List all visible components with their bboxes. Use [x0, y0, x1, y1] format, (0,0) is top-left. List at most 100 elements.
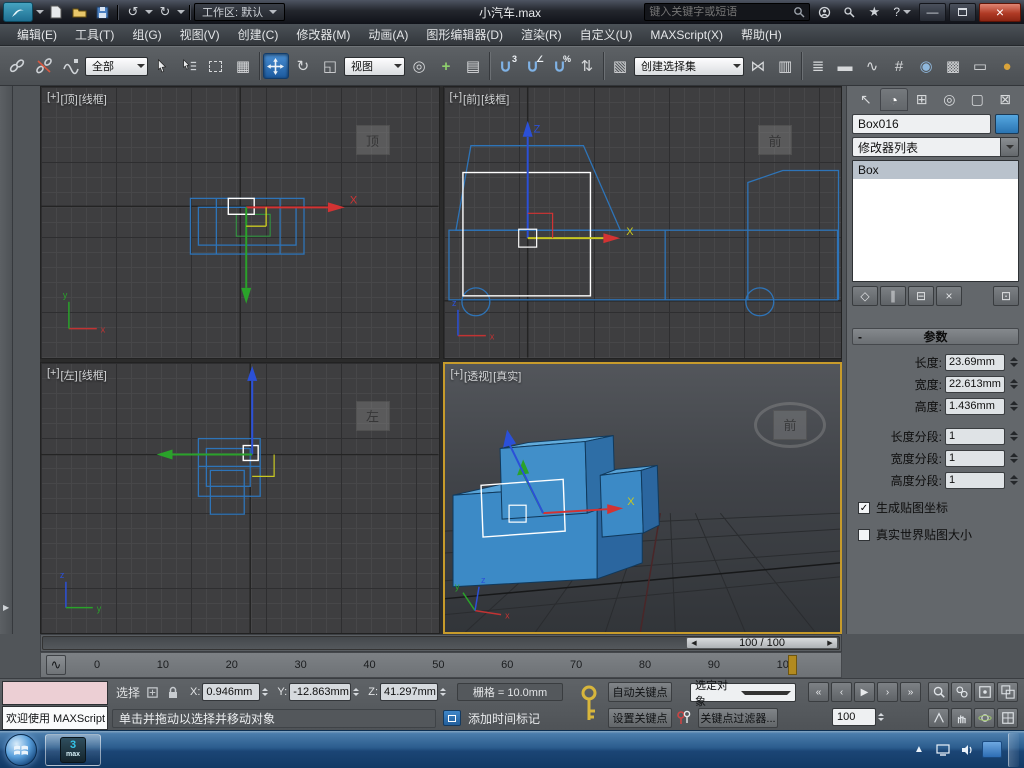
viewport-menu-shading[interactable]: [真实] — [493, 368, 521, 384]
generate-mapping-coords-checkbox[interactable]: ✓ — [858, 501, 870, 514]
open-file-button[interactable] — [68, 2, 90, 22]
select-and-link-button[interactable] — [4, 53, 30, 79]
viewport-menu-shading[interactable]: [线框] — [481, 91, 509, 107]
viewport-menu-view[interactable]: [透视] — [464, 368, 492, 384]
snaps-toggle-button[interactable]: 3 — [493, 53, 519, 79]
viewport-menu-plus[interactable]: [+] — [450, 91, 463, 107]
track-bar-ruler[interactable]: 0 10 20 30 40 50 60 70 80 90 100 — [74, 653, 841, 677]
menu-item[interactable]: 帮助(H) — [732, 23, 791, 46]
current-frame-field[interactable]: 100 — [832, 708, 876, 726]
selection-filter-dropdown[interactable]: 全部 — [85, 56, 148, 76]
width-spinner[interactable] — [1008, 376, 1019, 393]
modifier-stack[interactable]: Box — [852, 160, 1019, 282]
bind-to-space-warp-button[interactable] — [58, 53, 84, 79]
previous-frame-button[interactable]: ‹ — [831, 682, 852, 702]
modifier-stack-item[interactable]: Box — [853, 161, 1018, 179]
remove-modifier-button[interactable]: × — [936, 286, 962, 306]
render-production-button[interactable]: ● — [994, 53, 1020, 79]
undo-button[interactable]: ↺ — [122, 2, 144, 22]
tab-create[interactable]: ↖ — [852, 88, 880, 111]
y-spinner[interactable] — [351, 683, 360, 701]
redo-caret-icon[interactable] — [177, 10, 185, 14]
key-filters-button[interactable]: 关键点过滤器... — [698, 708, 778, 728]
width-field[interactable]: 22.613mm — [945, 375, 1005, 393]
viewport-menu-plus[interactable]: [+] — [47, 367, 60, 383]
close-button[interactable]: × — [979, 2, 1021, 22]
go-to-start-button[interactable]: « — [808, 682, 829, 702]
align-button[interactable]: ▥ — [772, 53, 798, 79]
communication-center-icon[interactable] — [838, 2, 860, 22]
mini-curve-editor-button[interactable]: ∿ — [46, 655, 66, 675]
viewcube-face[interactable]: 顶 — [355, 125, 390, 155]
graphite-ribbon-button[interactable]: ▬ — [832, 53, 858, 79]
set-key-button[interactable]: 设置关键点 — [608, 708, 672, 728]
absolute-mode-toggle-button[interactable] — [143, 683, 161, 701]
viewport-front[interactable]: X Z x z [+] [前] [线框] 前 — [442, 86, 842, 359]
pan-view-button[interactable] — [951, 708, 972, 728]
previous-frame-arrow-icon[interactable]: ◀ — [687, 639, 701, 647]
viewport-menu-plus[interactable]: [+] — [47, 91, 60, 107]
height-segs-spinner[interactable] — [1008, 472, 1019, 489]
application-menu-button[interactable] — [3, 2, 33, 22]
zoom-all-button[interactable] — [951, 682, 972, 702]
track-bar[interactable]: ∿ 0 10 20 30 40 50 60 70 80 90 100 — [40, 652, 842, 678]
window-crossing-toggle-button[interactable]: ▦ — [230, 53, 256, 79]
reference-coordinate-dropdown[interactable]: 视图 — [343, 56, 405, 76]
y-coordinate-field[interactable]: -12.863mm — [289, 683, 352, 701]
spinner-snap-toggle-button[interactable]: ⇅ — [574, 53, 600, 79]
select-and-rotate-button[interactable]: ↻ — [290, 53, 316, 79]
show-hidden-icons-button[interactable]: ▲ — [910, 741, 928, 759]
height-segs-field[interactable]: 1 — [945, 471, 1005, 489]
select-object-button[interactable] — [149, 53, 175, 79]
go-to-end-button[interactable]: » — [900, 682, 921, 702]
x-spinner[interactable] — [260, 683, 269, 701]
show-end-result-button[interactable]: ∥ — [880, 286, 906, 306]
menu-item[interactable]: 创建(C) — [229, 23, 288, 46]
select-and-manipulate-button[interactable]: + — [433, 53, 459, 79]
viewcube-face[interactable]: 左 — [355, 400, 390, 431]
maximize-button[interactable] — [949, 2, 976, 22]
viewcube[interactable]: 顶 — [343, 117, 403, 163]
maximize-viewport-toggle-button[interactable] — [997, 708, 1018, 728]
modifier-list-dropdown[interactable]: 修改器列表 — [852, 137, 1019, 157]
viewcube[interactable]: 前 — [745, 117, 805, 163]
viewport-menu-plus[interactable]: [+] — [451, 368, 464, 384]
redo-button[interactable]: ↻ — [154, 2, 176, 22]
orbit-button[interactable] — [974, 708, 995, 728]
taskbar-app-3dsmax[interactable]: 3 max — [45, 733, 101, 766]
menu-item[interactable]: 组(G) — [123, 23, 170, 46]
select-and-scale-button[interactable]: ◱ — [317, 53, 343, 79]
infocenter-search[interactable] — [644, 3, 811, 21]
minimize-button[interactable]: — — [919, 2, 946, 22]
add-time-tag-icon[interactable] — [443, 710, 461, 726]
viewport-left[interactable]: y z [+] [左] [线框] 左 — [40, 361, 440, 634]
play-button[interactable]: ▶ — [854, 682, 875, 702]
volume-tray-icon[interactable] — [958, 741, 976, 759]
maxscript-mini-listener-macro[interactable] — [2, 680, 108, 705]
rendered-frame-window-button[interactable]: ▭ — [967, 53, 993, 79]
z-spinner[interactable] — [438, 683, 447, 701]
zoom-extents-button[interactable] — [974, 682, 995, 702]
angle-snap-toggle-button[interactable]: ∠ — [520, 53, 546, 79]
search-icon[interactable] — [793, 6, 805, 18]
rectangular-selection-region-button[interactable] — [203, 53, 229, 79]
set-keys-button[interactable] — [578, 684, 600, 729]
tab-modify[interactable]: ◔ — [879, 88, 908, 111]
undo-caret-icon[interactable] — [145, 10, 153, 14]
menu-item[interactable]: 修改器(M) — [287, 23, 359, 46]
menu-item[interactable]: 图形编辑器(D) — [417, 23, 512, 46]
viewport-menu-shading[interactable]: [线框] — [79, 91, 107, 107]
menu-item[interactable]: 动画(A) — [359, 23, 417, 46]
keyboard-shortcut-override-button[interactable]: ▤ — [460, 53, 486, 79]
menu-item[interactable]: 视图(V) — [171, 23, 229, 46]
tab-motion[interactable]: ◎ — [935, 88, 963, 111]
percent-snap-toggle-button[interactable]: % — [547, 53, 573, 79]
selection-lock-toggle-button[interactable] — [164, 683, 182, 701]
collapse-icon[interactable]: - — [858, 330, 862, 344]
length-spinner[interactable] — [1008, 354, 1019, 371]
unlink-selection-button[interactable] — [31, 53, 57, 79]
time-slider[interactable]: ◀ 100 / 100 ▶ — [40, 634, 842, 652]
network-tray-icon[interactable] — [934, 741, 952, 759]
select-by-name-button[interactable] — [176, 53, 202, 79]
real-world-map-size-checkbox[interactable] — [858, 528, 870, 541]
